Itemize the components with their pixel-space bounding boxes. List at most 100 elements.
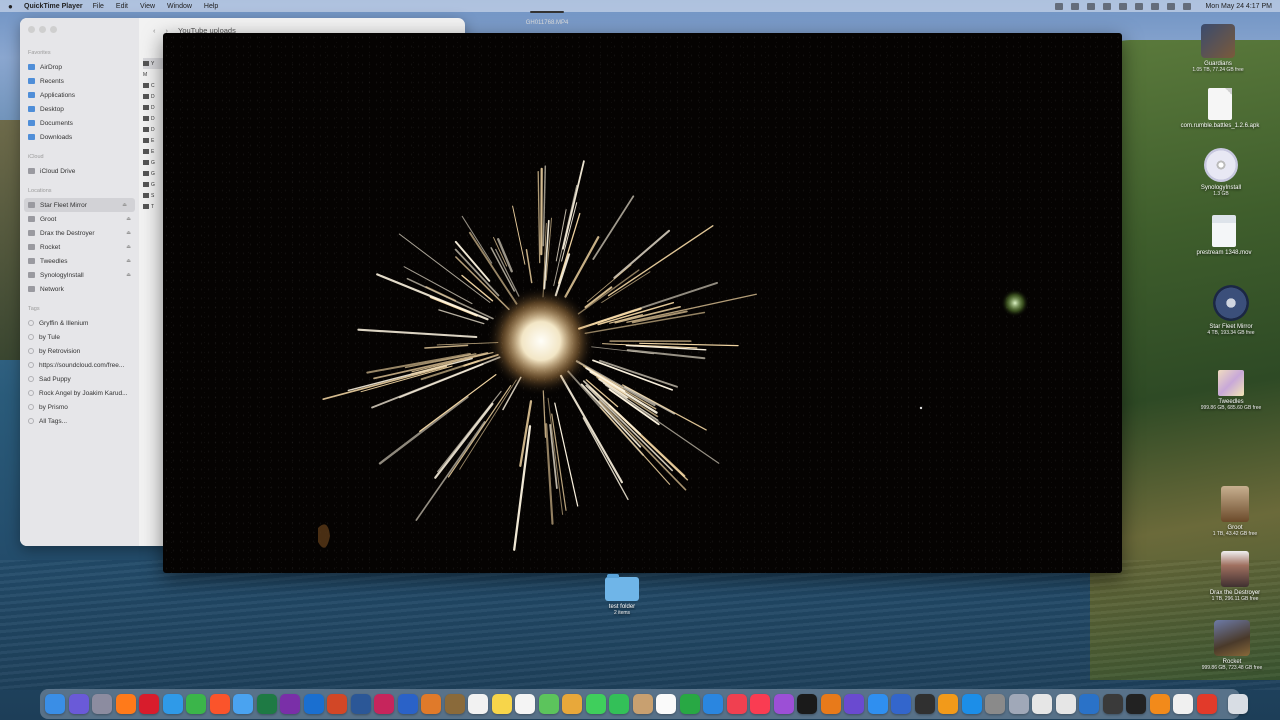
dock-obs-icon[interactable] xyxy=(914,694,935,714)
sidebar-item-rocket[interactable]: Rocket ⏏ xyxy=(20,240,139,254)
dock-imovie-icon[interactable] xyxy=(844,694,864,714)
desktop-icon-groot[interactable]: Groot 1 TB, 43.42 GB free xyxy=(1190,486,1280,537)
dock-transmit-icon[interactable] xyxy=(1173,694,1193,714)
dock-capture-icon[interactable] xyxy=(1102,694,1123,714)
sidebar-item-tweedles[interactable]: Tweedles ⏏ xyxy=(20,254,139,268)
list-item[interactable]: D xyxy=(143,91,163,102)
menu-app-name[interactable]: QuickTime Player xyxy=(24,3,83,10)
list-item[interactable]: M xyxy=(143,69,163,80)
sidebar-tag[interactable]: Sad Puppy xyxy=(20,372,139,386)
quicktime-player-window[interactable] xyxy=(163,33,1122,573)
sidebar-item-groot[interactable]: Groot ⏏ xyxy=(20,212,139,226)
dock-tv-icon[interactable] xyxy=(797,694,817,714)
sidebar-tag[interactable]: https://soundcloud.com/free... xyxy=(20,358,139,372)
sidebar-all-tags[interactable]: All Tags... xyxy=(20,414,139,428)
dock-preview-icon[interactable] xyxy=(1008,694,1029,714)
desktop-icon-guardians[interactable]: Guardians 1.05 TB, 77.24 GB free xyxy=(1173,24,1263,73)
dock-podcasts-icon[interactable] xyxy=(773,694,794,714)
dock-firefox-icon[interactable] xyxy=(115,694,136,714)
dock-screen-share-icon[interactable] xyxy=(1055,694,1076,714)
eject-icon[interactable]: ⏏ xyxy=(126,216,131,222)
sidebar-item-applications[interactable]: Applications xyxy=(20,88,139,102)
dock-chrome-icon[interactable] xyxy=(186,694,206,714)
dock-books-icon[interactable] xyxy=(938,694,958,714)
eject-icon[interactable]: ⏏ xyxy=(122,202,127,208)
list-item[interactable]: D xyxy=(143,113,163,124)
desktop-icon-tweedles[interactable]: Tweedles 999.86 GB, 685.60 GB free xyxy=(1186,370,1276,411)
list-item[interactable]: D xyxy=(143,124,163,135)
eject-icon[interactable]: ⏏ xyxy=(126,258,131,264)
dock-onenote-icon[interactable] xyxy=(280,694,300,714)
dock-safari-icon[interactable] xyxy=(162,694,183,714)
sidebar-tag[interactable]: by Tule xyxy=(20,330,139,344)
sidebar-item-desktop[interactable]: Desktop xyxy=(20,102,139,116)
dock-music-icon[interactable] xyxy=(750,694,770,714)
desktop-icon-apk[interactable]: com.rumble.battles_1.2.6.apk xyxy=(1175,88,1265,129)
dock-textedit-icon[interactable] xyxy=(656,694,676,714)
dock-finder-icon[interactable] xyxy=(45,694,65,714)
dock-garageband-icon[interactable] xyxy=(820,694,841,714)
dock-noentry-icon[interactable] xyxy=(421,694,441,714)
dock-word-icon[interactable] xyxy=(350,694,371,714)
dock-excel-icon[interactable] xyxy=(256,694,277,714)
menu-edit[interactable]: Edit xyxy=(116,3,128,10)
list-item[interactable]: E xyxy=(143,146,163,157)
dock-news-icon[interactable] xyxy=(726,694,747,714)
list-item[interactable]: D xyxy=(143,102,163,113)
dock-todo-icon[interactable] xyxy=(1196,694,1217,714)
dock-system-prefs-icon[interactable] xyxy=(985,694,1005,714)
dock-app-store-icon[interactable] xyxy=(867,694,888,714)
sidebar-tag[interactable]: Gryffin & Illenium xyxy=(20,316,139,330)
dock-xcode-icon[interactable] xyxy=(961,694,982,714)
dock-siri-icon[interactable] xyxy=(68,694,89,714)
dock-powerpoint-icon[interactable] xyxy=(327,694,347,714)
dock-indesign-icon[interactable] xyxy=(374,694,394,714)
dock-maps-icon[interactable] xyxy=(538,694,559,714)
dock-vlc-icon[interactable] xyxy=(1149,694,1170,714)
dock-notes-icon[interactable] xyxy=(491,694,512,714)
minimize-button[interactable] xyxy=(39,26,46,33)
desktop-icon-rocket[interactable]: Rocket 999.86 GB, 723.48 GB free xyxy=(1187,620,1277,671)
dock-silverlock-icon[interactable] xyxy=(1032,694,1052,714)
back-chevron-icon[interactable]: ‹ xyxy=(153,26,156,35)
menu-clock[interactable]: Mon May 24 4:17 PM xyxy=(1205,3,1272,10)
eject-icon[interactable]: ⏏ xyxy=(126,244,131,250)
sidebar-item-drax[interactable]: Drax the Destroyer ⏏ xyxy=(20,226,139,240)
search-icon[interactable] xyxy=(1167,2,1176,10)
status-app-icon[interactable] xyxy=(1087,2,1096,10)
dock-vpn-icon[interactable] xyxy=(891,694,911,714)
player-title-grip[interactable] xyxy=(530,11,564,13)
status-app-icon[interactable] xyxy=(1071,2,1080,10)
list-item[interactable]: E xyxy=(143,135,163,146)
list-item[interactable]: C xyxy=(143,80,163,91)
sidebar-item-network[interactable]: Network xyxy=(20,282,139,296)
list-item[interactable]: T xyxy=(143,201,163,212)
dock-photos-icon[interactable] xyxy=(562,694,582,714)
dock-blocker-icon[interactable] xyxy=(397,694,418,714)
dock-trash-icon[interactable] xyxy=(1227,694,1248,714)
dock-calendar-icon[interactable] xyxy=(468,694,488,714)
desktop-icon-star-fleet-mirror[interactable]: Star Fleet Mirror 4 TB, 193.34 GB free xyxy=(1186,285,1276,336)
sidebar-tag[interactable]: by Prismo xyxy=(20,400,139,414)
desktop-icon-test-folder[interactable]: test folder 2 items xyxy=(577,574,667,616)
list-item[interactable]: G xyxy=(143,157,163,168)
control-center-icon[interactable] xyxy=(1183,2,1192,10)
status-app-icon[interactable] xyxy=(1055,2,1064,10)
apple-icon[interactable]: ● xyxy=(8,2,18,11)
dock-reminders-icon[interactable] xyxy=(515,694,535,714)
zoom-button[interactable] xyxy=(50,26,57,33)
sidebar-item-synologyinstall[interactable]: SynologyInstall ⏏ xyxy=(20,268,139,282)
dock-outlook-icon[interactable] xyxy=(303,694,324,714)
list-item[interactable]: S xyxy=(143,190,163,201)
desktop-icon-drax[interactable]: Drax the Destroyer 1 TB, 296.11 GB free xyxy=(1190,551,1280,602)
list-item[interactable]: G xyxy=(143,168,163,179)
dock-quicktime-icon[interactable] xyxy=(1079,694,1099,714)
desktop-icon-synologyinstall[interactable]: SynologyInstall 1.3 GB xyxy=(1176,148,1266,197)
dock-utility-icon[interactable] xyxy=(444,694,465,714)
dock-opera-icon[interactable] xyxy=(139,694,159,714)
sidebar-item-downloads[interactable]: Downloads xyxy=(20,130,139,144)
sidebar-item-documents[interactable]: Documents xyxy=(20,116,139,130)
sidebar-item-airdrop[interactable]: AirDrop xyxy=(20,60,139,74)
dock-keynote-icon[interactable] xyxy=(703,694,723,714)
sidebar-item-star-fleet-mirror[interactable]: Star Fleet Mirror ⏏ xyxy=(24,198,135,212)
